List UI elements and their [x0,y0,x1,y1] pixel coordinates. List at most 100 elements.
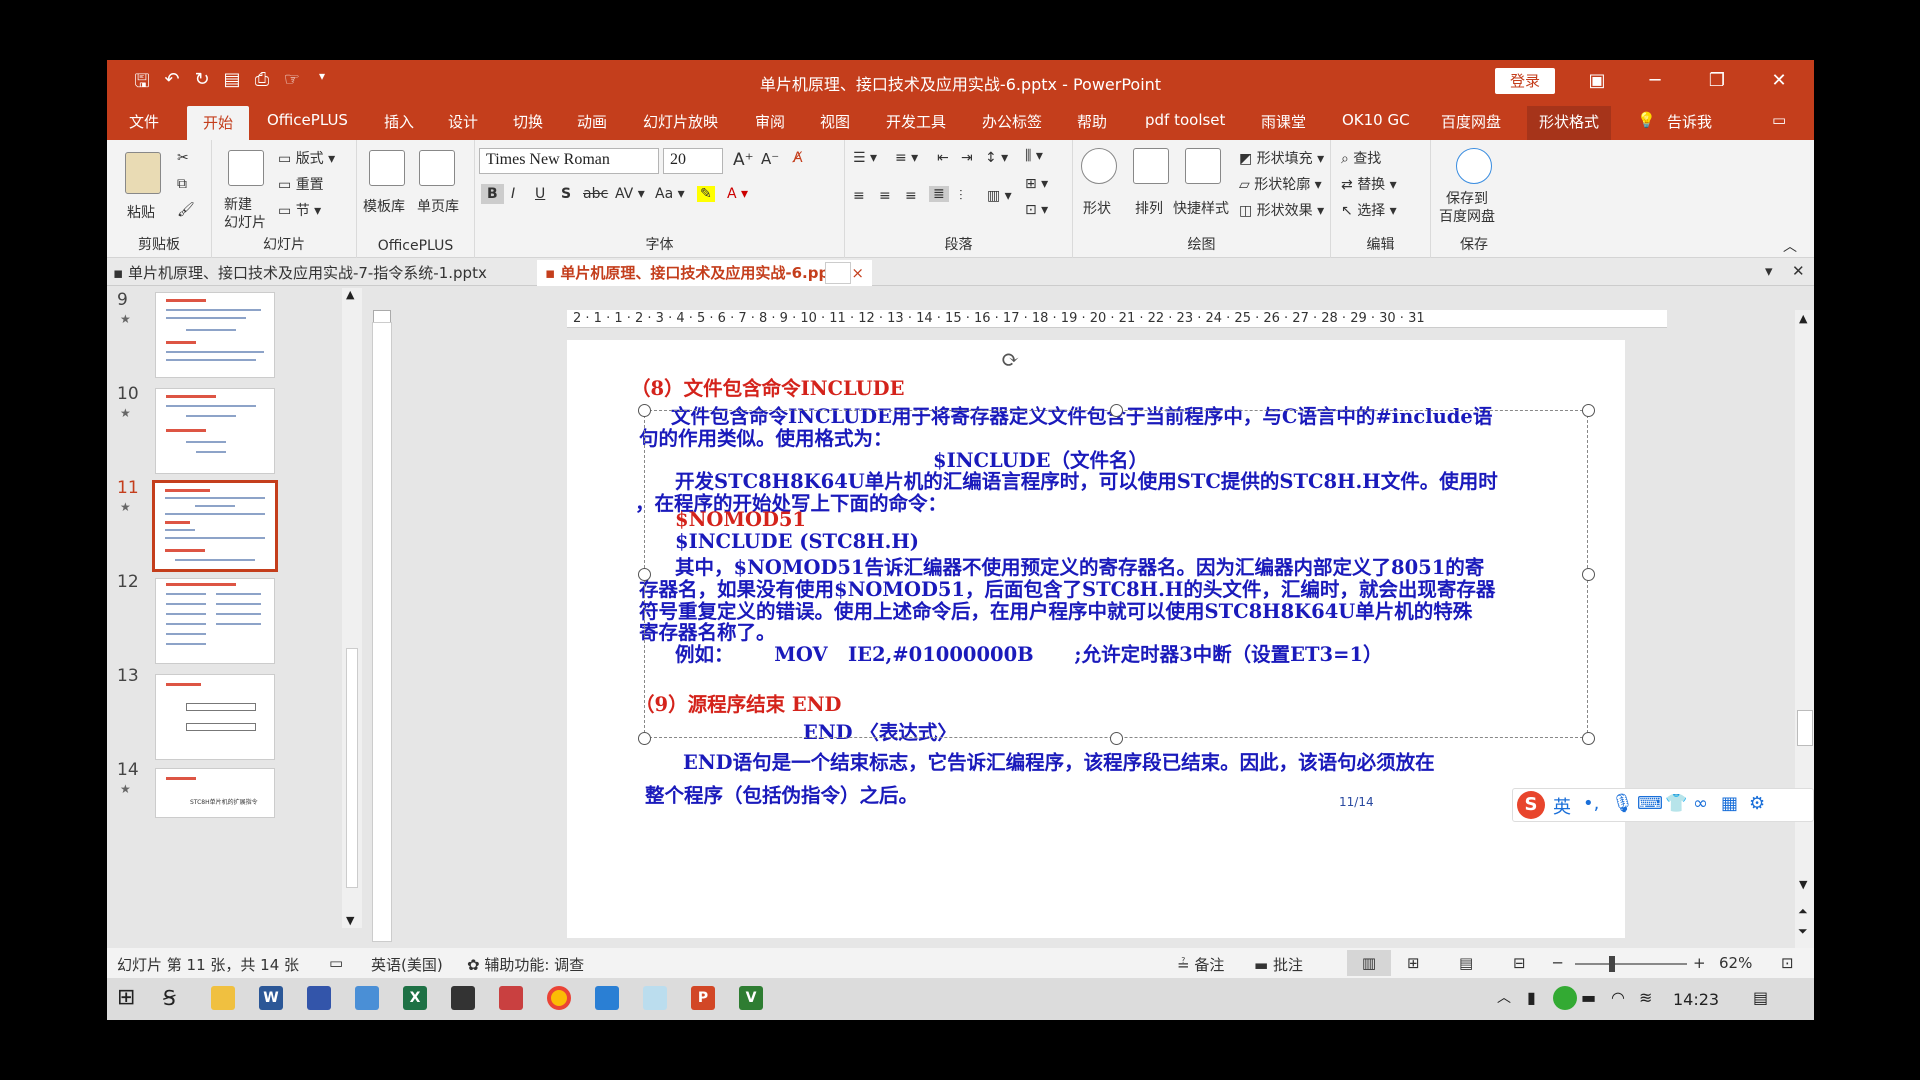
tab-transitions[interactable]: 切换 [513,111,543,132]
tab-close-all-icon[interactable]: ✕ [1792,262,1805,280]
quick-styles-button[interactable]: 快捷样式 [1173,198,1229,218]
accessibility-status[interactable]: ✿ 辅助功能: 调查 [467,954,584,975]
save-to-baidu-button[interactable]: 保存到 百度网盘 [1439,190,1495,226]
vertical-ruler[interactable] [372,322,392,942]
change-case-icon[interactable]: Aa ▾ [655,186,685,202]
gamepad-icon[interactable]: ∞ [1693,793,1708,814]
new-slide-button[interactable]: 新建 幻灯片 [224,196,266,232]
shapes-icon[interactable] [1081,148,1117,184]
slide-sorter-icon[interactable]: ⊞ [1407,954,1420,972]
app-green-icon[interactable]: V [739,986,763,1010]
resize-handle[interactable] [1582,568,1595,581]
microphone-icon[interactable]: 🎙 [1611,793,1634,814]
apps-icon[interactable]: ▦ [1721,793,1738,814]
underline-icon[interactable]: U [535,186,545,202]
restore-icon[interactable]: ❐ [1697,66,1737,96]
shape-outline-button[interactable]: ▱ 形状轮廓 ▾ [1239,174,1322,194]
quick-styles-icon[interactable] [1185,148,1221,184]
tab-rain-classroom[interactable]: 雨课堂 [1261,111,1306,132]
previous-slide-icon[interactable]: ⏶ [1798,904,1808,919]
spelling-icon[interactable]: ▭ [329,954,343,972]
new-slide-icon[interactable] [228,150,264,186]
arrange-icon[interactable] [1133,148,1169,184]
zoom-in-icon[interactable]: + [1693,954,1706,972]
language-status[interactable]: 英语(美国) [371,954,443,975]
tab-help[interactable]: 帮助 [1077,111,1107,132]
wifi-icon[interactable]: ◠ [1611,986,1635,1010]
ime-toolbar[interactable]: S 英 •, 🎙 ⌨ 👕 ∞ ▦ ⚙ [1512,788,1814,822]
chrome-icon[interactable] [547,986,571,1010]
font-color-icon[interactable]: A ▾ [727,186,748,202]
zoom-slider-thumb[interactable] [1609,956,1615,972]
resize-handle[interactable] [1110,404,1123,417]
slide-thumbnail-9[interactable] [155,292,275,378]
tab-design[interactable]: 设计 [448,111,478,132]
battery-icon[interactable]: ▬ [1581,986,1605,1010]
windows-start-icon[interactable]: ⊞ [117,986,141,1010]
text-direction-icon[interactable]: ⫼ ▾ [1025,148,1043,164]
template-library-icon[interactable] [369,150,405,186]
clock[interactable]: 14:23 [1673,990,1719,1009]
shadow-icon[interactable]: S [561,186,571,202]
scroll-down-icon[interactable]: ▼ [346,914,354,927]
doc-tab-6[interactable]: ▪ 单片机原理、接口技术及应用实战-6.pptx × [537,260,872,286]
bold-icon[interactable]: B [481,184,504,204]
paste-icon[interactable] [125,152,161,194]
format-painter-icon[interactable]: 🖌 [177,202,195,218]
close-tab-icon[interactable]: × [851,264,864,282]
horizontal-ruler[interactable]: 2 · 1 · 1 · 2 · 3 · 4 · 5 · 6 · 7 · 8 · … [567,310,1667,328]
tab-shape-format[interactable]: 形状格式 [1527,106,1612,140]
slide-thumbnail-12[interactable] [155,578,275,664]
powerpoint-icon[interactable]: P [691,986,715,1010]
grow-font-icon[interactable]: A⁺ [733,150,754,170]
keyboard-icon[interactable]: ⌨ [1637,793,1663,814]
app-wave-icon[interactable] [499,986,523,1010]
punctuation-icon[interactable]: •, [1583,793,1599,814]
notifications-icon[interactable]: ▤ [1753,986,1777,1010]
resize-handle[interactable] [1582,732,1595,745]
text-box-selection[interactable] [644,410,1588,738]
tab-developer[interactable]: 开发工具 [886,111,946,132]
zoom-level[interactable]: 62% [1719,954,1752,972]
minimize-icon[interactable]: ─ [1635,66,1675,96]
single-page-library-button[interactable]: 单页库 [417,196,459,216]
rotate-handle-icon[interactable]: ⟳ [1001,348,1019,373]
align-left-icon[interactable]: ≡ [853,188,865,204]
template-library-button[interactable]: 模板库 [363,196,405,216]
tell-me-search[interactable]: 告诉我 [1667,111,1712,132]
comments-icon[interactable]: ▭ [1772,111,1786,129]
close-icon[interactable]: ✕ [1759,66,1799,96]
shape-fill-button[interactable]: ◩ 形状填充 ▾ [1239,148,1324,168]
scroll-thumb[interactable] [1797,710,1813,746]
tab-file[interactable]: 文件 [129,111,159,132]
slide-thumbnail-14[interactable]: STC8H单片机的扩展指令 [155,768,275,818]
comments-button[interactable]: ▬ 批注 [1254,954,1303,975]
tab-view[interactable]: 视图 [820,111,850,132]
resize-handle[interactable] [638,568,651,581]
new-tab-button[interactable] [825,262,851,284]
app-dark-icon[interactable] [451,986,475,1010]
fit-slide-icon[interactable]: ⊡ [1781,954,1794,972]
settings-icon[interactable]: ⚙ [1749,793,1765,814]
strikethrough-icon[interactable]: abc [583,186,608,202]
scroll-thumb[interactable] [346,648,358,888]
justify-icon[interactable]: ≣ [929,186,949,202]
zoom-out-icon[interactable]: ─ [1553,954,1562,972]
ime-tray-icon[interactable]: ≋ [1639,986,1663,1010]
align-center-icon[interactable]: ≡ [879,188,891,204]
tray-green-icon[interactable] [1553,986,1577,1010]
notes-button[interactable]: ≟ 备注 [1177,954,1224,975]
font-name-combo[interactable]: Times New Roman [479,148,659,174]
slide-thumbnail-10[interactable] [155,388,275,474]
next-slide-icon[interactable]: ⏷ [1798,924,1808,939]
word-icon[interactable]: W [259,986,283,1010]
resize-handle[interactable] [1582,404,1595,417]
section-button[interactable]: ▭ 节 ▾ [278,200,321,220]
app-image-icon[interactable] [595,986,619,1010]
copy-icon[interactable]: ⧉ [177,176,187,192]
tab-baidu-netdisk[interactable]: 百度网盘 [1441,111,1501,132]
align-right-icon[interactable]: ≡ [905,188,917,204]
char-spacing-icon[interactable]: AV ▾ [615,186,645,202]
arrange-button[interactable]: 排列 [1135,198,1163,218]
tab-ok10gc[interactable]: OK10 GC [1342,111,1410,129]
